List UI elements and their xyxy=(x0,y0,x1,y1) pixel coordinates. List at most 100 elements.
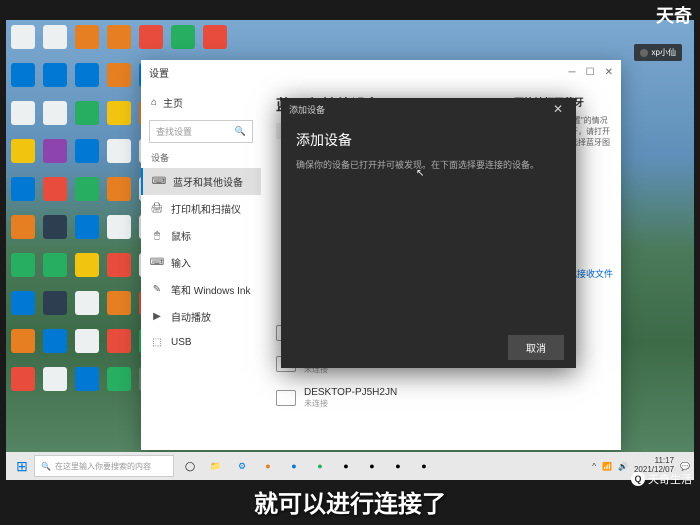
add-device-modal: 添加设备 ✕ 添加设备 确保你的设备已打开并可被发现。在下面选择要连接的设备。 … xyxy=(281,98,576,368)
cancel-button[interactable]: 取消 xyxy=(508,335,564,360)
modal-close-button[interactable]: ✕ xyxy=(548,102,568,116)
watermark-bottom: Q天奇生活 xyxy=(631,471,692,487)
volume-icon[interactable]: 🔊 xyxy=(618,462,628,471)
sidebar-icon: ▶ xyxy=(151,311,163,323)
sidebar-search[interactable]: 查找设置🔍 xyxy=(149,120,253,143)
sidebar-label: 输入 xyxy=(171,255,191,270)
desktop-icon[interactable] xyxy=(75,291,99,315)
sidebar-icon: 🖱 xyxy=(151,230,163,242)
taskbar-app[interactable]: ● xyxy=(256,454,280,478)
taskbar-app[interactable]: ● xyxy=(360,454,384,478)
desktop-icon[interactable] xyxy=(11,215,35,239)
desktop-icon[interactable] xyxy=(75,367,99,391)
start-button[interactable]: ⊞ xyxy=(10,454,34,478)
desktop-icon[interactable] xyxy=(11,139,35,163)
settings-sidebar: ⌂主页 查找设置🔍 设备 ⌨蓝牙和其他设备🖨打印机和扫描仪 🖱 鼠标 ⌨ 输入 ✎ 笔和 W… xyxy=(141,84,261,450)
desktop-icon[interactable] xyxy=(11,177,35,201)
desktop-icon[interactable] xyxy=(11,367,35,391)
desktop-icon[interactable] xyxy=(75,139,99,163)
sidebar-item-5[interactable]: ▶ 自动播放 xyxy=(141,303,261,330)
desktop-screen: xp小仙 设置 ─ ☐ ✕ ⌂主页 查找设置🔍 设备 ⌨蓝牙和其他设备🖨打印机和… xyxy=(6,20,694,480)
user-badge: xp小仙 xyxy=(634,44,682,61)
maximize-button[interactable]: ☐ xyxy=(586,67,595,78)
taskbar-app[interactable]: ● xyxy=(308,454,332,478)
desktop-icon[interactable] xyxy=(107,291,131,315)
device-item[interactable]: DESKTOP-PJ5H2JN未连接 xyxy=(276,381,491,415)
sidebar-item-2[interactable]: 🖱 鼠标 xyxy=(141,222,261,249)
desktop-icon[interactable] xyxy=(107,253,131,277)
settings-titlebar: 设置 ─ ☐ ✕ xyxy=(141,60,621,84)
desktop-icon[interactable] xyxy=(75,25,99,49)
device-status: 未连接 xyxy=(304,398,397,409)
sidebar-icon: ✎ xyxy=(151,284,163,296)
desktop-icon[interactable] xyxy=(107,63,131,87)
search-icon: 🔍 xyxy=(235,126,246,137)
desktop-icon[interactable] xyxy=(139,25,163,49)
desktop-icon[interactable] xyxy=(107,101,131,125)
desktop-icon[interactable] xyxy=(107,215,131,239)
sidebar-item-0[interactable]: ⌨蓝牙和其他设备 xyxy=(141,168,261,195)
taskbar-app[interactable]: ● xyxy=(412,454,436,478)
sidebar-label: 笔和 Windows Ink xyxy=(171,282,250,297)
sidebar-category: 设备 xyxy=(141,147,261,168)
desktop-icon[interactable] xyxy=(43,291,67,315)
desktop-icon[interactable] xyxy=(43,177,67,201)
desktop-icon[interactable] xyxy=(107,25,131,49)
taskbar-app[interactable]: ◯ xyxy=(178,454,202,478)
desktop-icon[interactable] xyxy=(171,25,195,49)
taskbar-app[interactable]: 📁 xyxy=(204,454,228,478)
desktop-icon[interactable] xyxy=(203,25,227,49)
watermark-top: 天奇 xyxy=(656,2,692,28)
sidebar-label: 自动播放 xyxy=(171,309,211,324)
tray-icon[interactable]: ^ xyxy=(592,462,596,471)
desktop-icon[interactable] xyxy=(43,253,67,277)
notification-icon[interactable]: 💬 xyxy=(680,462,690,471)
minimize-button[interactable]: ─ xyxy=(569,67,576,78)
taskbar-app[interactable]: ● xyxy=(386,454,410,478)
sidebar-item-4[interactable]: ✎ 笔和 Windows Ink xyxy=(141,276,261,303)
desktop-icon[interactable] xyxy=(43,25,67,49)
taskbar-search[interactable]: 🔍在这里输入你要搜索的内容 xyxy=(34,455,174,477)
video-subtitle: 就可以进行连接了 xyxy=(254,484,446,519)
search-icon: 🔍 xyxy=(41,462,51,471)
desktop-icon[interactable] xyxy=(11,253,35,277)
sidebar-home[interactable]: ⌂主页 xyxy=(141,89,261,116)
cursor-icon: ↖ xyxy=(416,168,424,179)
desktop-icon[interactable] xyxy=(43,101,67,125)
desktop-icon[interactable] xyxy=(11,329,35,353)
taskbar: ⊞ 🔍在这里输入你要搜索的内容 ◯ 📁 ⚙ ● ● ● ● ● ● ● ^ 📶 … xyxy=(6,452,694,480)
desktop-icon[interactable] xyxy=(43,215,67,239)
network-icon[interactable]: 📶 xyxy=(602,462,612,471)
desktop-icon[interactable] xyxy=(11,63,35,87)
home-icon: ⌂ xyxy=(151,97,157,108)
desktop-icon[interactable] xyxy=(11,25,35,49)
taskbar-app[interactable]: ● xyxy=(282,454,306,478)
close-button[interactable]: ✕ xyxy=(605,67,613,78)
desktop-icon[interactable] xyxy=(43,139,67,163)
desktop-icon[interactable] xyxy=(75,329,99,353)
sidebar-label: 鼠标 xyxy=(171,228,191,243)
desktop-icon[interactable] xyxy=(107,367,131,391)
sidebar-item-3[interactable]: ⌨ 输入 xyxy=(141,249,261,276)
desktop-icon[interactable] xyxy=(75,101,99,125)
taskbar-app[interactable]: ● xyxy=(334,454,358,478)
sidebar-icon: 🖨 xyxy=(151,203,163,215)
desktop-icon[interactable] xyxy=(11,291,35,315)
desktop-icon[interactable] xyxy=(107,139,131,163)
sidebar-label: 蓝牙和其他设备 xyxy=(173,174,243,189)
sidebar-item-6[interactable]: ⬚USB xyxy=(141,330,261,354)
desktop-icon[interactable] xyxy=(43,329,67,353)
sidebar-icon: ⌨ xyxy=(151,257,163,269)
modal-header: 添加设备 ✕ xyxy=(281,98,576,120)
desktop-icon[interactable] xyxy=(107,177,131,201)
desktop-icon[interactable] xyxy=(75,215,99,239)
desktop-icon[interactable] xyxy=(107,329,131,353)
desktop-icon[interactable] xyxy=(75,63,99,87)
desktop-icon[interactable] xyxy=(75,253,99,277)
desktop-icon[interactable] xyxy=(11,101,35,125)
sidebar-item-1[interactable]: 🖨打印机和扫描仪 xyxy=(141,195,261,222)
desktop-icon[interactable] xyxy=(75,177,99,201)
taskbar-app[interactable]: ⚙ xyxy=(230,454,254,478)
desktop-icon[interactable] xyxy=(43,367,67,391)
desktop-icon[interactable] xyxy=(43,63,67,87)
